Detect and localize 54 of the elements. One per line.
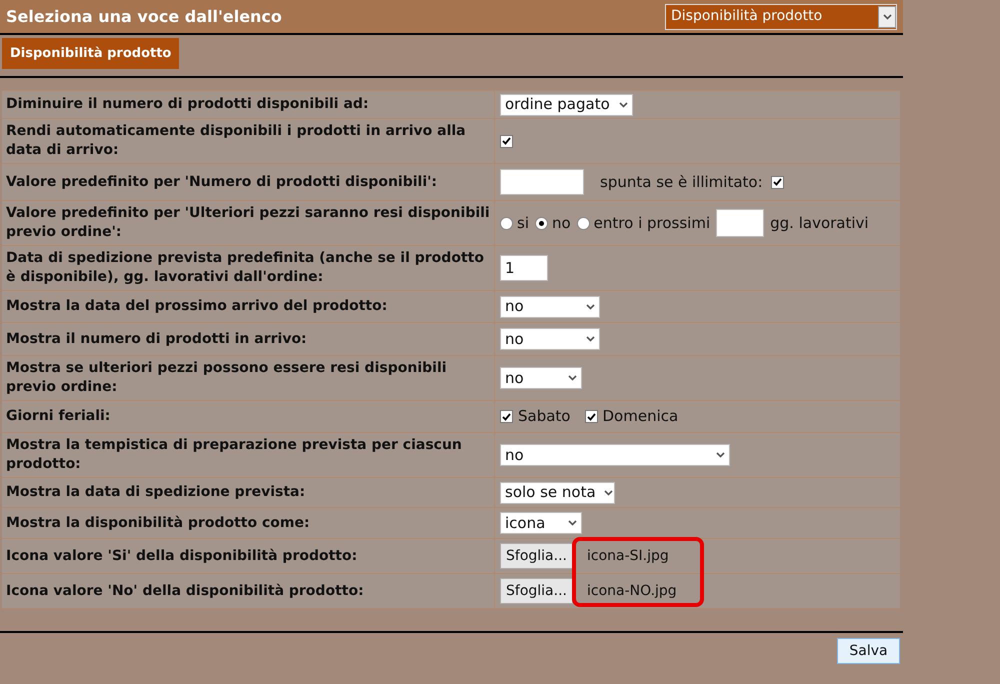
file-name: icona-SI.jpg xyxy=(586,546,669,566)
chevron-down-icon xyxy=(568,520,577,526)
chevron-down-icon xyxy=(882,14,892,20)
input-field[interactable]: 1 xyxy=(500,255,548,281)
dropdown[interactable]: icona xyxy=(500,512,582,534)
browse-button[interactable]: Sfoglia... xyxy=(500,543,573,569)
checkbox-label: Domenica xyxy=(602,406,678,428)
radio-label: si xyxy=(517,212,529,234)
checkbox[interactable] xyxy=(584,410,598,423)
setting-label: Diminuire il numero di prodotti disponibili ad: xyxy=(6,95,369,114)
setting-label: Mostra la data del prossimo arrivo del prodotto: xyxy=(6,297,388,316)
radio-button[interactable] xyxy=(534,216,548,230)
setting-label: Giorni feriali: xyxy=(6,407,110,426)
checkbox-label: Sabato xyxy=(518,406,570,428)
setting-label: Mostra la tempistica di preparazione prevista per ciascun prodotto: xyxy=(6,436,463,474)
setting-label: Rendi automaticamente disponibili i prodotti in arrivo alla data di arrivo: xyxy=(6,122,467,160)
chevron-down-icon xyxy=(586,304,595,310)
file-name: icona-NO.jpg xyxy=(586,582,677,600)
save-button[interactable]: Salva xyxy=(837,638,900,664)
checkbox[interactable] xyxy=(500,410,513,423)
dropdown[interactable]: no xyxy=(500,296,600,318)
dropdown[interactable]: no xyxy=(500,367,582,389)
input-field[interactable] xyxy=(716,209,764,237)
browse-button[interactable]: Sfoglia... xyxy=(500,578,573,604)
chevron-down-icon xyxy=(568,375,577,381)
chevron-down-icon xyxy=(619,102,628,108)
setting-label: Mostra il numero di prodotti in arrivo: xyxy=(6,330,307,348)
page-title: Seleziona una voce dall'elenco xyxy=(6,6,282,28)
setting-label: Icona valore 'Si' della disponibilità prodotto: xyxy=(6,546,358,566)
unit-label: gg. lavorativi xyxy=(770,212,869,234)
radio-label: entro i prossimi xyxy=(594,212,710,234)
checkbox[interactable] xyxy=(500,134,513,148)
radio-button[interactable] xyxy=(500,216,513,230)
dropdown[interactable]: ordine pagato xyxy=(500,94,633,116)
tab[interactable]: Disponibilità prodotto xyxy=(2,38,180,69)
section-dropdown[interactable]: Disponibilità prodotto xyxy=(665,4,897,30)
setting-label: Valore predefinito per 'Numero di prodotti disponibili': xyxy=(6,172,438,192)
input-field[interactable] xyxy=(500,169,584,195)
dropdown[interactable]: solo se nota xyxy=(500,482,615,504)
setting-label: Valore predefinito per 'Ulteriori pezzi saranno resi disponibili previo ordine': xyxy=(6,204,490,242)
setting-label: Mostra se ulteriori pezzi possono essere resi disponibili previo ordine: xyxy=(6,359,448,397)
checkbox-label: spunta se è illimitato: xyxy=(600,172,763,193)
radio-label: no xyxy=(552,212,571,234)
radio-button[interactable] xyxy=(576,216,590,230)
setting-label: Mostra la data di spedizione prevista: xyxy=(6,483,306,502)
dropdown[interactable]: no xyxy=(500,328,600,350)
chevron-down-icon xyxy=(586,336,595,342)
dropdown[interactable]: no xyxy=(500,444,730,466)
setting-label: Mostra la disponibilità prodotto come: xyxy=(6,514,310,532)
checkbox[interactable] xyxy=(770,176,784,188)
setting-label: Icona valore 'No' della disponibilità prodotto: xyxy=(6,582,364,600)
chevron-down-icon xyxy=(716,452,725,458)
setting-label: Data di spedizione prevista predefinita (anche se il prodotto è disponibile), gg. lavorativi dall'ordine: xyxy=(6,249,485,287)
chevron-down-icon xyxy=(604,490,613,496)
